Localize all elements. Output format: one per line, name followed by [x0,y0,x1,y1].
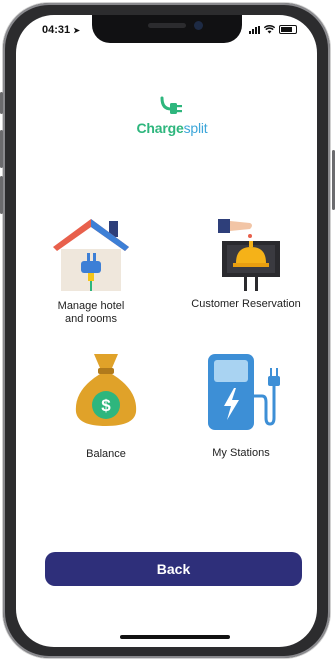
signal-icon [249,26,260,34]
menu-tile-my-stations[interactable]: My Stations [191,352,291,460]
battery-icon [279,25,297,34]
home-indicator[interactable] [120,635,230,639]
notch [92,15,242,43]
app-screen: 04:31 ➤ Chargesplit Manage hotel and roo… [16,15,317,647]
wifi-icon [264,25,275,34]
phone-side-button [0,130,3,168]
reception-bell-icon [218,219,280,291]
status-time-text: 04:31 [42,24,71,36]
menu-tile-label: Manage hotel and rooms [57,300,125,325]
logo-text-part1: Charge [136,120,184,136]
menu-tile-label: Balance [86,448,126,460]
menu-tile-customer-reservation[interactable]: Customer Reservation [176,215,316,311]
speaker [148,23,186,28]
location-arrow-icon: ➤ [73,26,80,35]
phone-side-button [0,176,3,214]
menu-tile-balance[interactable]: $ Balance [61,350,151,461]
house-plug-icon [53,219,129,291]
charging-station-icon [208,354,280,430]
plug-logo-icon [160,96,182,114]
logo-text: Chargesplit [127,120,217,136]
app-logo: Chargesplit [127,95,217,136]
logo-text-part2: split [183,120,208,136]
status-time: 04:31 ➤ [42,24,80,36]
menu-tile-manage-hotel[interactable]: Manage hotel and rooms [46,215,136,326]
front-camera [194,21,203,30]
svg-text:$: $ [101,396,111,415]
back-button[interactable]: Back [45,552,302,586]
menu-tile-label: My Stations [212,447,270,459]
money-bag-icon: $ [75,354,137,426]
menu-tile-label: Customer Reservation [191,298,301,310]
phone-side-button [0,92,3,114]
status-icons [249,25,297,34]
